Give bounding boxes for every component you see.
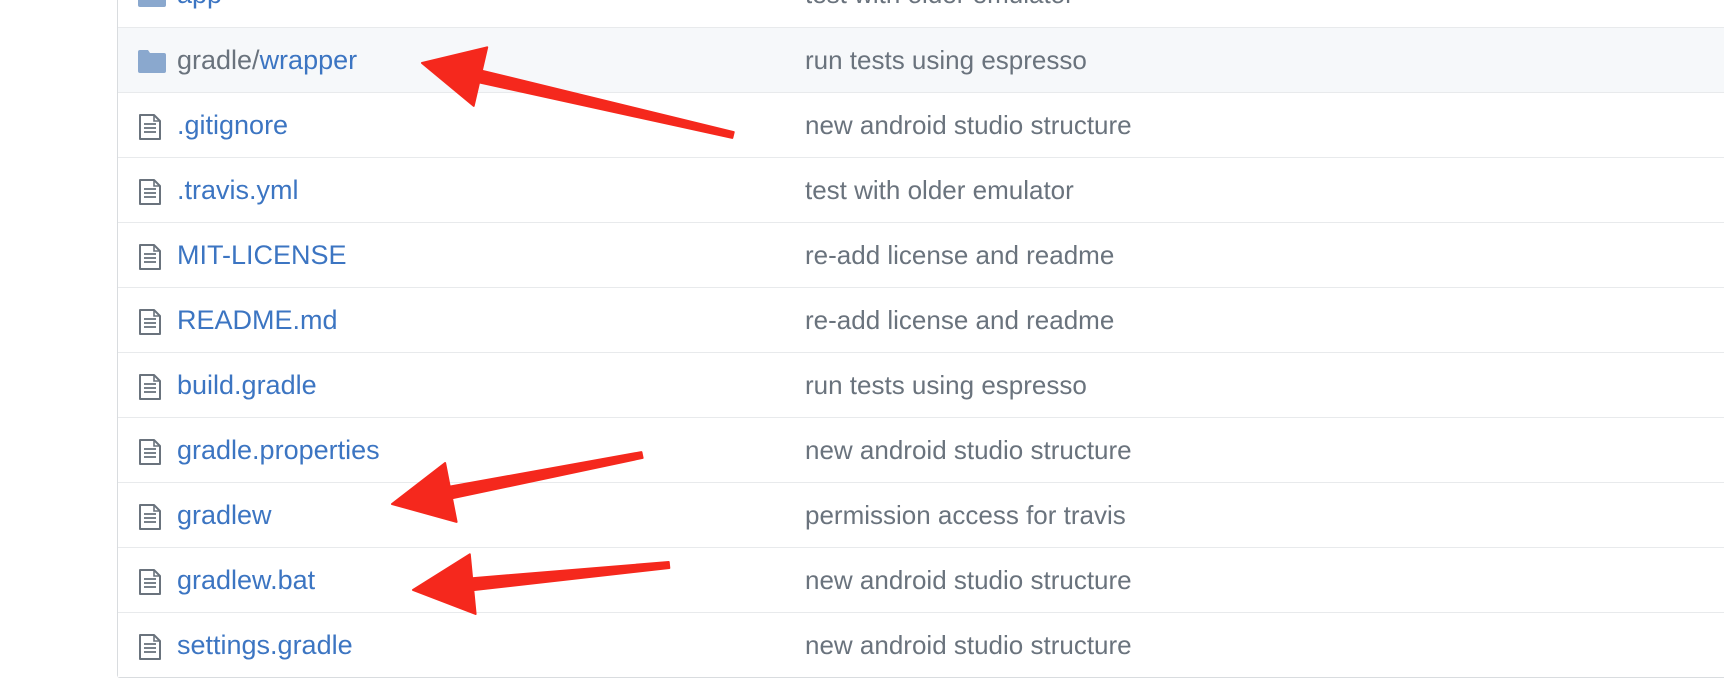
file-row[interactable]: settings.gradle new android studio struct…: [118, 612, 1724, 677]
file-name-link[interactable]: gradlew: [177, 483, 272, 548]
file-row[interactable]: .travis.yml test with older emulator: [118, 157, 1724, 222]
commit-message-link[interactable]: run tests using espresso: [805, 353, 1087, 418]
file-name-link[interactable]: .travis.yml: [177, 158, 299, 223]
commit-message-link[interactable]: re-add license and readme: [805, 223, 1114, 288]
file-row[interactable]: .gitignore new android studio structure: [118, 92, 1724, 157]
item-name[interactable]: MIT-LICENSE: [177, 240, 347, 270]
commit-message-link[interactable]: permission access for travis: [805, 483, 1126, 548]
item-name[interactable]: wrapper: [260, 45, 358, 75]
commit-message-link[interactable]: new android studio structure: [805, 93, 1132, 158]
commit-message-link[interactable]: test with older emulator: [805, 158, 1074, 223]
folder-icon: [138, 0, 166, 7]
commit-message-link[interactable]: new android studio structure: [805, 418, 1132, 483]
file-row[interactable]: MIT-LICENSE re-add license and readme: [118, 222, 1724, 287]
file-icon: [138, 374, 166, 400]
item-name[interactable]: .gitignore: [177, 110, 288, 140]
commit-message-link[interactable]: re-add license and readme: [805, 288, 1114, 353]
commit-message-link[interactable]: new android studio structure: [805, 548, 1132, 613]
file-icon: [138, 634, 166, 660]
commit-message-link[interactable]: new android studio structure: [805, 613, 1132, 678]
item-name[interactable]: .travis.yml: [177, 175, 299, 205]
file-icon: [138, 439, 166, 465]
file-name-link[interactable]: MIT-LICENSE: [177, 223, 347, 288]
file-row[interactable]: README.md re-add license and readme: [118, 287, 1724, 352]
folder-name-link[interactable]: gradle/wrapper: [177, 28, 357, 93]
file-name-link[interactable]: settings.gradle: [177, 613, 353, 678]
file-icon: [138, 504, 166, 530]
file-row[interactable]: app test with older emulator: [118, 0, 1724, 27]
file-row[interactable]: gradlew.bat new android studio structure: [118, 547, 1724, 612]
file-name-link[interactable]: README.md: [177, 288, 338, 353]
repository-file-browser: apptest with older emulatorgradle/wrappe…: [0, 0, 1724, 695]
file-name-link[interactable]: .gitignore: [177, 93, 288, 158]
file-icon: [138, 114, 166, 140]
commit-message-link[interactable]: run tests using espresso: [805, 28, 1087, 93]
item-name[interactable]: gradle.properties: [177, 435, 380, 465]
folder-icon: [138, 49, 166, 73]
file-icon: [138, 569, 166, 595]
file-row[interactable]: gradlew permission access for travis: [118, 482, 1724, 547]
folder-path-prefix[interactable]: gradle/: [177, 45, 260, 75]
file-name-link[interactable]: gradle.properties: [177, 418, 380, 483]
file-icon: [138, 244, 166, 270]
file-icon: [138, 309, 166, 335]
file-row[interactable]: build.gradle run tests using espresso: [118, 352, 1724, 417]
file-row[interactable]: gradle/wrapper run tests using espresso: [118, 27, 1724, 92]
file-row[interactable]: gradle.properties new android studio stru…: [118, 417, 1724, 482]
commit-message-link[interactable]: test with older emulator: [805, 0, 1074, 27]
item-name[interactable]: build.gradle: [177, 370, 317, 400]
file-icon: [138, 179, 166, 205]
item-name[interactable]: settings.gradle: [177, 630, 353, 660]
item-name[interactable]: gradlew: [177, 500, 272, 530]
item-name[interactable]: app: [177, 0, 222, 9]
file-list-table: apptest with older emulatorgradle/wrappe…: [117, 0, 1724, 678]
item-name[interactable]: README.md: [177, 305, 338, 335]
folder-name-link[interactable]: app: [177, 0, 222, 27]
item-name[interactable]: gradlew.bat: [177, 565, 315, 595]
file-name-link[interactable]: gradlew.bat: [177, 548, 315, 613]
file-name-link[interactable]: build.gradle: [177, 353, 317, 418]
